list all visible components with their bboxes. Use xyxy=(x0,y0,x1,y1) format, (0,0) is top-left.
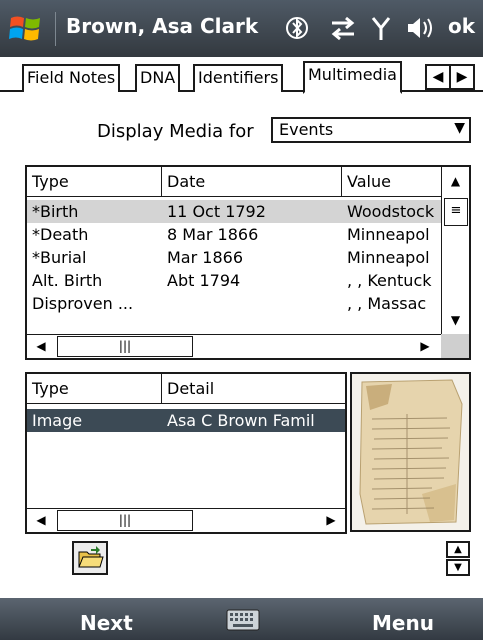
table-row[interactable]: *Burial Mar 1866 Minneapol xyxy=(27,246,443,269)
tab-scroll-right-button[interactable]: ▶ xyxy=(451,66,473,88)
column-header-value[interactable]: Value xyxy=(342,167,443,197)
keyboard-icon[interactable] xyxy=(226,609,260,631)
scroll-thumb[interactable]: ≡ xyxy=(444,198,468,226)
scroll-thumb[interactable]: ||| xyxy=(57,336,193,357)
tab-multimedia[interactable]: Multimedia xyxy=(303,61,402,94)
media-list[interactable]: Type Detail Image Asa C Brown Famil ◀ ||… xyxy=(25,372,347,534)
scroll-left-button[interactable]: ◀ xyxy=(27,509,55,532)
cell-date: Mar 1866 xyxy=(167,248,243,267)
table-row[interactable]: Alt. Birth Abt 1794 , , Kentuck xyxy=(27,269,443,292)
events-horizontal-scrollbar[interactable]: ◀ ||| ▶ xyxy=(27,334,441,358)
table-row[interactable]: *Birth 11 Oct 1792 Woodstock xyxy=(27,200,443,223)
display-media-label: Display Media for xyxy=(97,121,254,142)
cell-date: 11 Oct 1792 xyxy=(167,202,266,221)
title-bar: Brown, Asa Clark ok xyxy=(0,0,483,57)
document-image xyxy=(352,374,469,530)
column-header-type[interactable]: Type xyxy=(27,374,162,404)
cell-date: Abt 1794 xyxy=(167,271,241,290)
tab-scroll-control: ◀ ▶ xyxy=(425,64,475,90)
scroll-down-button[interactable]: ▼ xyxy=(442,306,469,334)
chevron-down-icon: ▼ xyxy=(454,120,465,136)
table-row[interactable]: Disproven ... , , Massac xyxy=(27,292,443,315)
cell-type: Image xyxy=(32,411,83,430)
cell-detail: Asa C Brown Famil xyxy=(167,411,315,430)
window-title: Brown, Asa Clark xyxy=(66,14,259,38)
spin-up-button[interactable]: ▲ xyxy=(446,541,470,558)
events-list[interactable]: Type Date Value *Birth 11 Oct 1792 Woods… xyxy=(25,165,471,360)
cell-value: , , Kentuck xyxy=(347,271,432,290)
display-media-dropdown[interactable]: Events ▼ xyxy=(271,117,471,143)
events-vertical-scrollbar[interactable]: ▲ ≡ ▼ xyxy=(441,167,469,334)
cell-type: Disproven ... xyxy=(32,294,134,313)
scrollbar-corner xyxy=(441,334,469,358)
cell-value: Woodstock xyxy=(347,202,435,221)
scroll-up-button[interactable]: ▲ xyxy=(442,167,469,195)
tab-dna[interactable]: DNA xyxy=(135,64,181,92)
display-media-value: Events xyxy=(279,120,334,139)
open-folder-button[interactable] xyxy=(72,541,108,575)
scroll-thumb[interactable]: ||| xyxy=(57,510,193,531)
tab-identifiers[interactable]: Identifiers xyxy=(193,64,284,92)
cell-value: Minneapol xyxy=(347,225,430,244)
cell-date: 8 Mar 1866 xyxy=(167,225,259,244)
tab-scroll-left-button[interactable]: ◀ xyxy=(427,66,451,88)
cell-type: *Birth xyxy=(32,202,79,221)
table-row[interactable]: *Death 8 Mar 1866 Minneapol xyxy=(27,223,443,246)
ok-button[interactable]: ok xyxy=(448,14,475,38)
media-horizontal-scrollbar[interactable]: ◀ ||| ▶ xyxy=(27,508,345,532)
column-header-type[interactable]: Type xyxy=(27,167,162,197)
next-softkey[interactable]: Next xyxy=(80,611,133,635)
menu-softkey[interactable]: Menu xyxy=(372,611,434,635)
scroll-left-button[interactable]: ◀ xyxy=(27,335,55,358)
scroll-spinner[interactable]: ▲ ▼ xyxy=(446,541,470,577)
cell-type: *Burial xyxy=(32,248,87,267)
table-row[interactable]: Image Asa C Brown Famil xyxy=(27,409,345,432)
folder-icon xyxy=(78,546,104,568)
title-separator xyxy=(55,12,56,46)
cell-date xyxy=(162,292,342,315)
windows-start-icon[interactable] xyxy=(8,12,42,44)
tab-strip: Field Notes DNA Identifiers Multimedia ◀… xyxy=(0,57,483,94)
bluetooth-icon[interactable] xyxy=(284,13,310,43)
tab-field-notes[interactable]: Field Notes xyxy=(22,64,121,92)
column-header-date[interactable]: Date xyxy=(162,167,342,197)
column-header-detail[interactable]: Detail xyxy=(162,374,345,404)
media-header: Type Detail xyxy=(27,374,345,404)
scroll-right-button[interactable]: ▶ xyxy=(317,509,345,532)
cell-value: , , Massac xyxy=(347,294,427,313)
cell-type: *Death xyxy=(32,225,89,244)
media-thumbnail[interactable] xyxy=(350,372,471,532)
signal-icon[interactable] xyxy=(367,13,395,43)
scroll-right-button[interactable]: ▶ xyxy=(411,335,439,358)
cell-type: Alt. Birth xyxy=(32,271,103,290)
spin-down-button[interactable]: ▼ xyxy=(446,559,470,576)
events-header: Type Date Value xyxy=(27,167,443,197)
cell-value: Minneapol xyxy=(347,248,430,267)
connectivity-icon[interactable] xyxy=(328,13,358,43)
volume-icon[interactable] xyxy=(404,13,436,43)
